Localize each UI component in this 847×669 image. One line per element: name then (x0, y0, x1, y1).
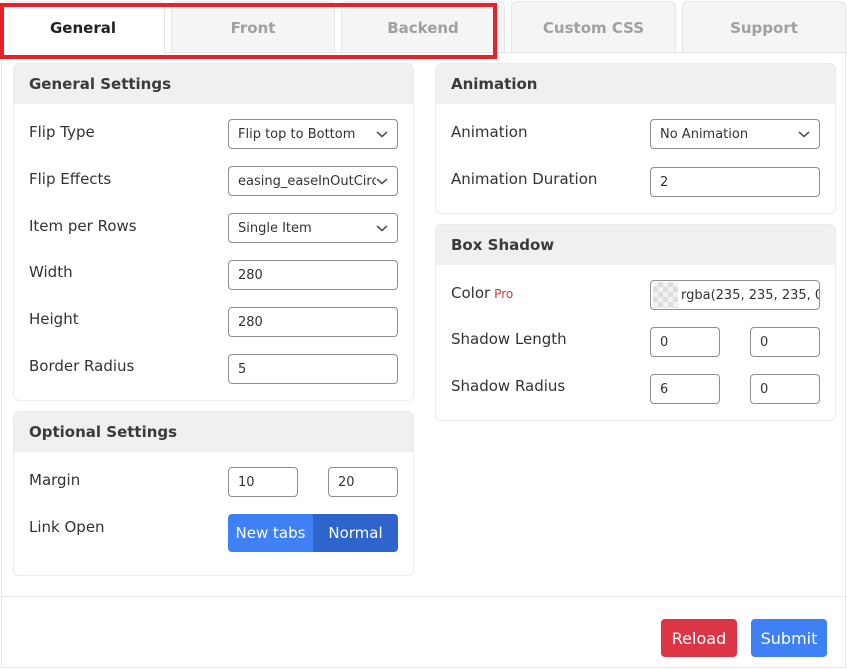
flip-effects-value: easing_easeInOutCirc (238, 173, 379, 189)
width-label: Width (29, 263, 73, 281)
flip-type-value: Flip top to Bottom (238, 126, 356, 142)
tab-content: General Settings Flip Type Flip top to B… (1, 53, 846, 668)
general-settings-panel: General Settings Flip Type Flip top to B… (13, 63, 414, 401)
tab-backend[interactable]: Backend (341, 1, 505, 53)
border-radius-label: Border Radius (29, 357, 135, 375)
animation-panel: Animation Animation No Animation Animati… (435, 63, 836, 214)
flip-effects-label: Flip Effects (29, 170, 112, 188)
chevron-down-icon (376, 225, 388, 232)
color-picker-input[interactable]: rgba(235, 235, 235, 0.5 (650, 280, 820, 310)
chevron-down-icon (376, 176, 388, 186)
flip-type-select[interactable]: Flip top to Bottom (228, 119, 398, 149)
margin-input-2[interactable]: 20 (328, 467, 398, 497)
animation-duration-row: Animation Duration 2 (451, 167, 820, 199)
shadow-length-label: Shadow Length (451, 330, 567, 348)
new-tabs-option[interactable]: New tabs (228, 514, 313, 552)
item-per-rows-value: Single Item (238, 220, 312, 236)
shadow-radius-input-1[interactable]: 6 (650, 374, 720, 404)
reload-button[interactable]: Reload (661, 619, 737, 657)
normal-option[interactable]: Normal (313, 514, 398, 552)
tab-support[interactable]: Support (682, 1, 846, 53)
color-label: Color Pro (451, 283, 513, 304)
shadow-radius-input-2[interactable]: 0 (750, 374, 820, 404)
shadow-length-row: Shadow Length 0 0 (451, 327, 820, 359)
height-row: Height 280 (29, 307, 398, 339)
shadow-length-input-1[interactable]: 0 (650, 327, 720, 357)
shadow-radius-label: Shadow Radius (451, 377, 566, 395)
margin-input-1[interactable]: 10 (228, 467, 298, 497)
chevron-down-icon (376, 131, 388, 138)
animation-select[interactable]: No Animation (650, 119, 820, 149)
height-label: Height (29, 310, 79, 328)
margin-label: Margin (29, 471, 81, 489)
pro-badge: Pro (494, 287, 514, 301)
animation-row: Animation No Animation (451, 119, 820, 152)
shadow-length-input-2[interactable]: 0 (750, 327, 820, 357)
height-input[interactable]: 280 (228, 307, 398, 337)
margin-row: Margin 10 20 (29, 467, 398, 500)
width-row: Width 280 (29, 260, 398, 292)
color-value: rgba(235, 235, 235, 0.5 (681, 287, 819, 303)
optional-settings-panel: Optional Settings Margin 10 20 Link Open… (13, 411, 414, 576)
tab-front[interactable]: Front (171, 1, 335, 53)
tab-custom-css[interactable]: Custom CSS (511, 1, 676, 53)
link-open-label: Link Open (29, 518, 105, 536)
color-row: ColorPro rgba(235, 235, 235, 0.5 (451, 280, 820, 313)
width-input[interactable]: 280 (228, 260, 398, 290)
link-open-toggle: New tabs Normal (228, 514, 398, 552)
flip-type-label: Flip Type (29, 123, 95, 141)
link-open-row: Link Open New tabs Normal (29, 514, 398, 552)
settings-tabs: General Front Backend Custom CSS Support (0, 0, 847, 54)
border-radius-row: Border Radius 5 (29, 354, 398, 386)
panel-title: General Settings (14, 64, 413, 104)
shadow-radius-row: Shadow Radius 6 0 (451, 374, 820, 406)
panel-title: Box Shadow (436, 225, 835, 265)
color-label-text: Color (451, 284, 491, 302)
footer-divider (2, 596, 845, 597)
item-per-rows-label: Item per Rows (29, 217, 137, 235)
animation-value: No Animation (660, 126, 749, 142)
flip-effects-row: Flip Effects easing_easeInOutCirc (29, 166, 398, 199)
flip-effects-select[interactable]: easing_easeInOutCirc (228, 166, 398, 196)
panel-title: Optional Settings (14, 412, 413, 452)
color-swatch[interactable] (653, 282, 678, 308)
border-radius-input[interactable]: 5 (228, 354, 398, 384)
submit-button[interactable]: Submit (751, 619, 827, 657)
panel-title: Animation (436, 64, 835, 104)
animation-label: Animation (451, 123, 528, 141)
item-per-rows-row: Item per Rows Single Item (29, 213, 398, 246)
item-per-rows-select[interactable]: Single Item (228, 213, 398, 243)
flip-type-row: Flip Type Flip top to Bottom (29, 119, 398, 152)
chevron-down-icon (798, 131, 810, 138)
box-shadow-panel: Box Shadow Color Pro rgba(235, 235, 235, … (435, 224, 836, 421)
animation-duration-label: Animation Duration (451, 170, 598, 188)
animation-duration-input[interactable]: 2 (650, 167, 820, 197)
tab-general[interactable]: General (1, 1, 165, 54)
